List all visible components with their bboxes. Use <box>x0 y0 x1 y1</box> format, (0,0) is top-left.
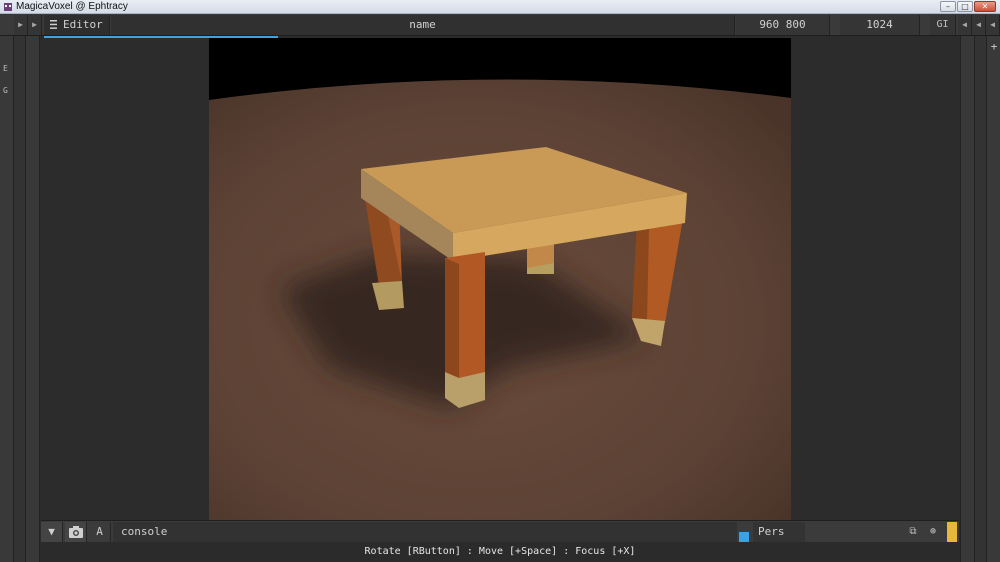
render-size-field[interactable]: 960 800 <box>736 15 830 35</box>
left-rail: E G <box>0 36 14 562</box>
render-viewport[interactable] <box>209 38 791 520</box>
camera-button[interactable] <box>65 522 87 542</box>
rail-item-g[interactable]: G <box>3 86 8 95</box>
window-controls: – □ ✕ <box>940 1 996 12</box>
name-field[interactable]: name <box>111 15 735 35</box>
rail-item-e[interactable]: E <box>3 64 8 73</box>
gi-button[interactable]: GI <box>930 15 956 35</box>
arrow-left-icon[interactable]: ◀ <box>986 15 1000 35</box>
export-icon[interactable]: ⧉ <box>905 524 921 540</box>
left-panel-collapsed[interactable] <box>14 36 26 562</box>
window-title: MagicaVoxel @ Ephtracy <box>16 1 128 12</box>
top-toolbar: ▶ ▶ Editor name 960 800 1024 GI ◀ ◀ ◀ <box>0 14 1000 36</box>
arrow-right-icon[interactable]: ▶ <box>14 15 28 35</box>
right-panel-collapsed[interactable] <box>974 36 986 562</box>
maximize-button[interactable]: □ <box>957 1 973 12</box>
sample-count-field[interactable]: 1024 <box>840 15 920 35</box>
bottom-toolbar: ▼ A console Pers ⧉ ⊛ <box>41 520 959 542</box>
arrow-right-icon[interactable]: ▶ <box>28 15 42 35</box>
arrow-left-icon[interactable]: ◀ <box>972 15 986 35</box>
add-button[interactable]: + <box>987 40 1000 53</box>
collapse-button[interactable]: ▼ <box>41 522 63 542</box>
a-button[interactable]: A <box>89 522 111 542</box>
table-leg-front <box>445 252 485 408</box>
accent-indicator-blue <box>739 532 749 542</box>
console-field[interactable]: console <box>113 522 737 542</box>
projection-field[interactable]: Pers <box>753 522 805 542</box>
arrow-left-icon[interactable]: ◀ <box>958 15 972 35</box>
right-panel-collapsed-2[interactable] <box>960 36 974 562</box>
status-hint: Rotate [RButton] : Move [+Space] : Focus… <box>41 542 959 562</box>
left-panel-collapsed-2[interactable] <box>26 36 40 562</box>
os-title-bar: MagicaVoxel @ Ephtracy – □ ✕ <box>0 0 1000 14</box>
close-button[interactable]: ✕ <box>974 1 996 12</box>
minimize-button[interactable]: – <box>940 1 956 12</box>
editor-label: Editor <box>63 18 103 31</box>
render-scene <box>209 38 791 520</box>
right-rail: + <box>986 36 1000 562</box>
editor-tab[interactable]: Editor <box>44 15 110 35</box>
accent-indicator-yellow <box>947 522 957 542</box>
app-icon <box>4 3 12 11</box>
camera-icon <box>68 526 83 538</box>
reset-icon[interactable]: ⊛ <box>925 524 941 540</box>
menu-icon <box>50 20 57 29</box>
